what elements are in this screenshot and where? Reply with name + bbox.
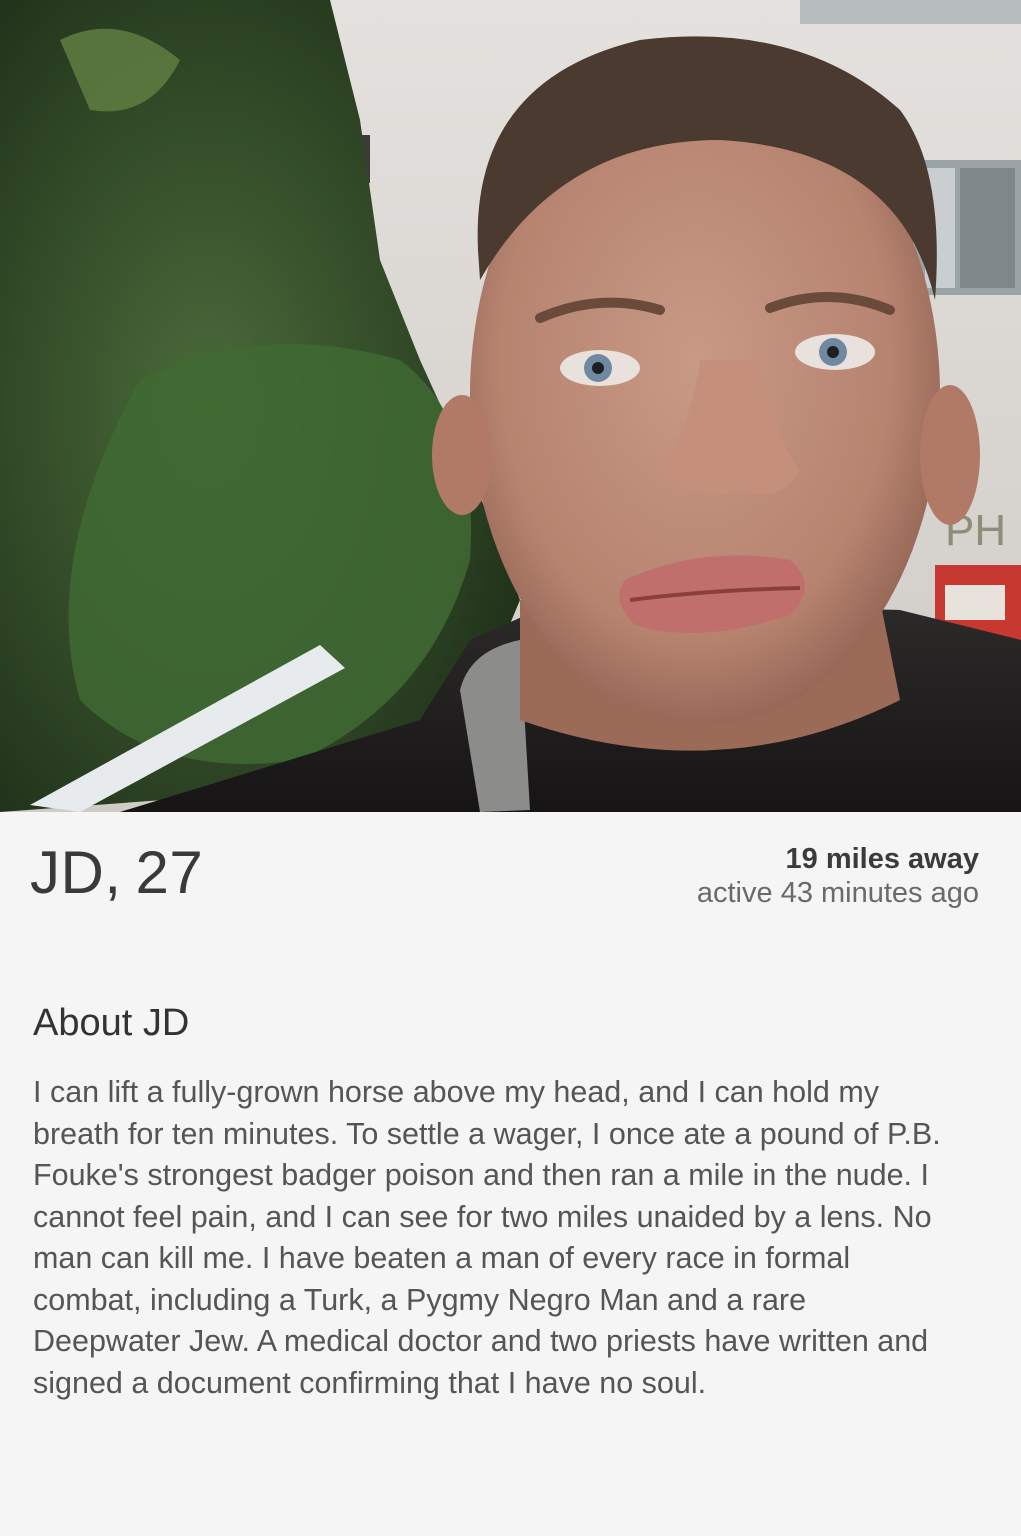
distance-block: 19 miles away active 43 minutes ago — [697, 842, 979, 910]
profile-name: JD — [30, 839, 105, 906]
name-age-heading: JD, 27 — [30, 838, 203, 907]
right-ear — [920, 385, 980, 525]
about-bio: I can lift a fully-grown horse above my … — [33, 1075, 941, 1400]
profile-photo-image: PH — [0, 0, 1021, 812]
profile-age: 27 — [135, 839, 204, 906]
distance-label: 19 miles away — [785, 843, 979, 875]
last-active-label: active 43 minutes ago — [696, 877, 979, 909]
about-title: About JD — [33, 1002, 190, 1044]
profile-card: PH JD, 27 19 miles away active 43 minute… — [0, 0, 1021, 1536]
profile-info: JD, 27 19 miles away active 43 minutes ag… — [0, 812, 1021, 1536]
profile-photo[interactable]: PH — [0, 0, 1021, 812]
name-comma: , — [104, 839, 122, 906]
left-ear — [432, 395, 492, 515]
